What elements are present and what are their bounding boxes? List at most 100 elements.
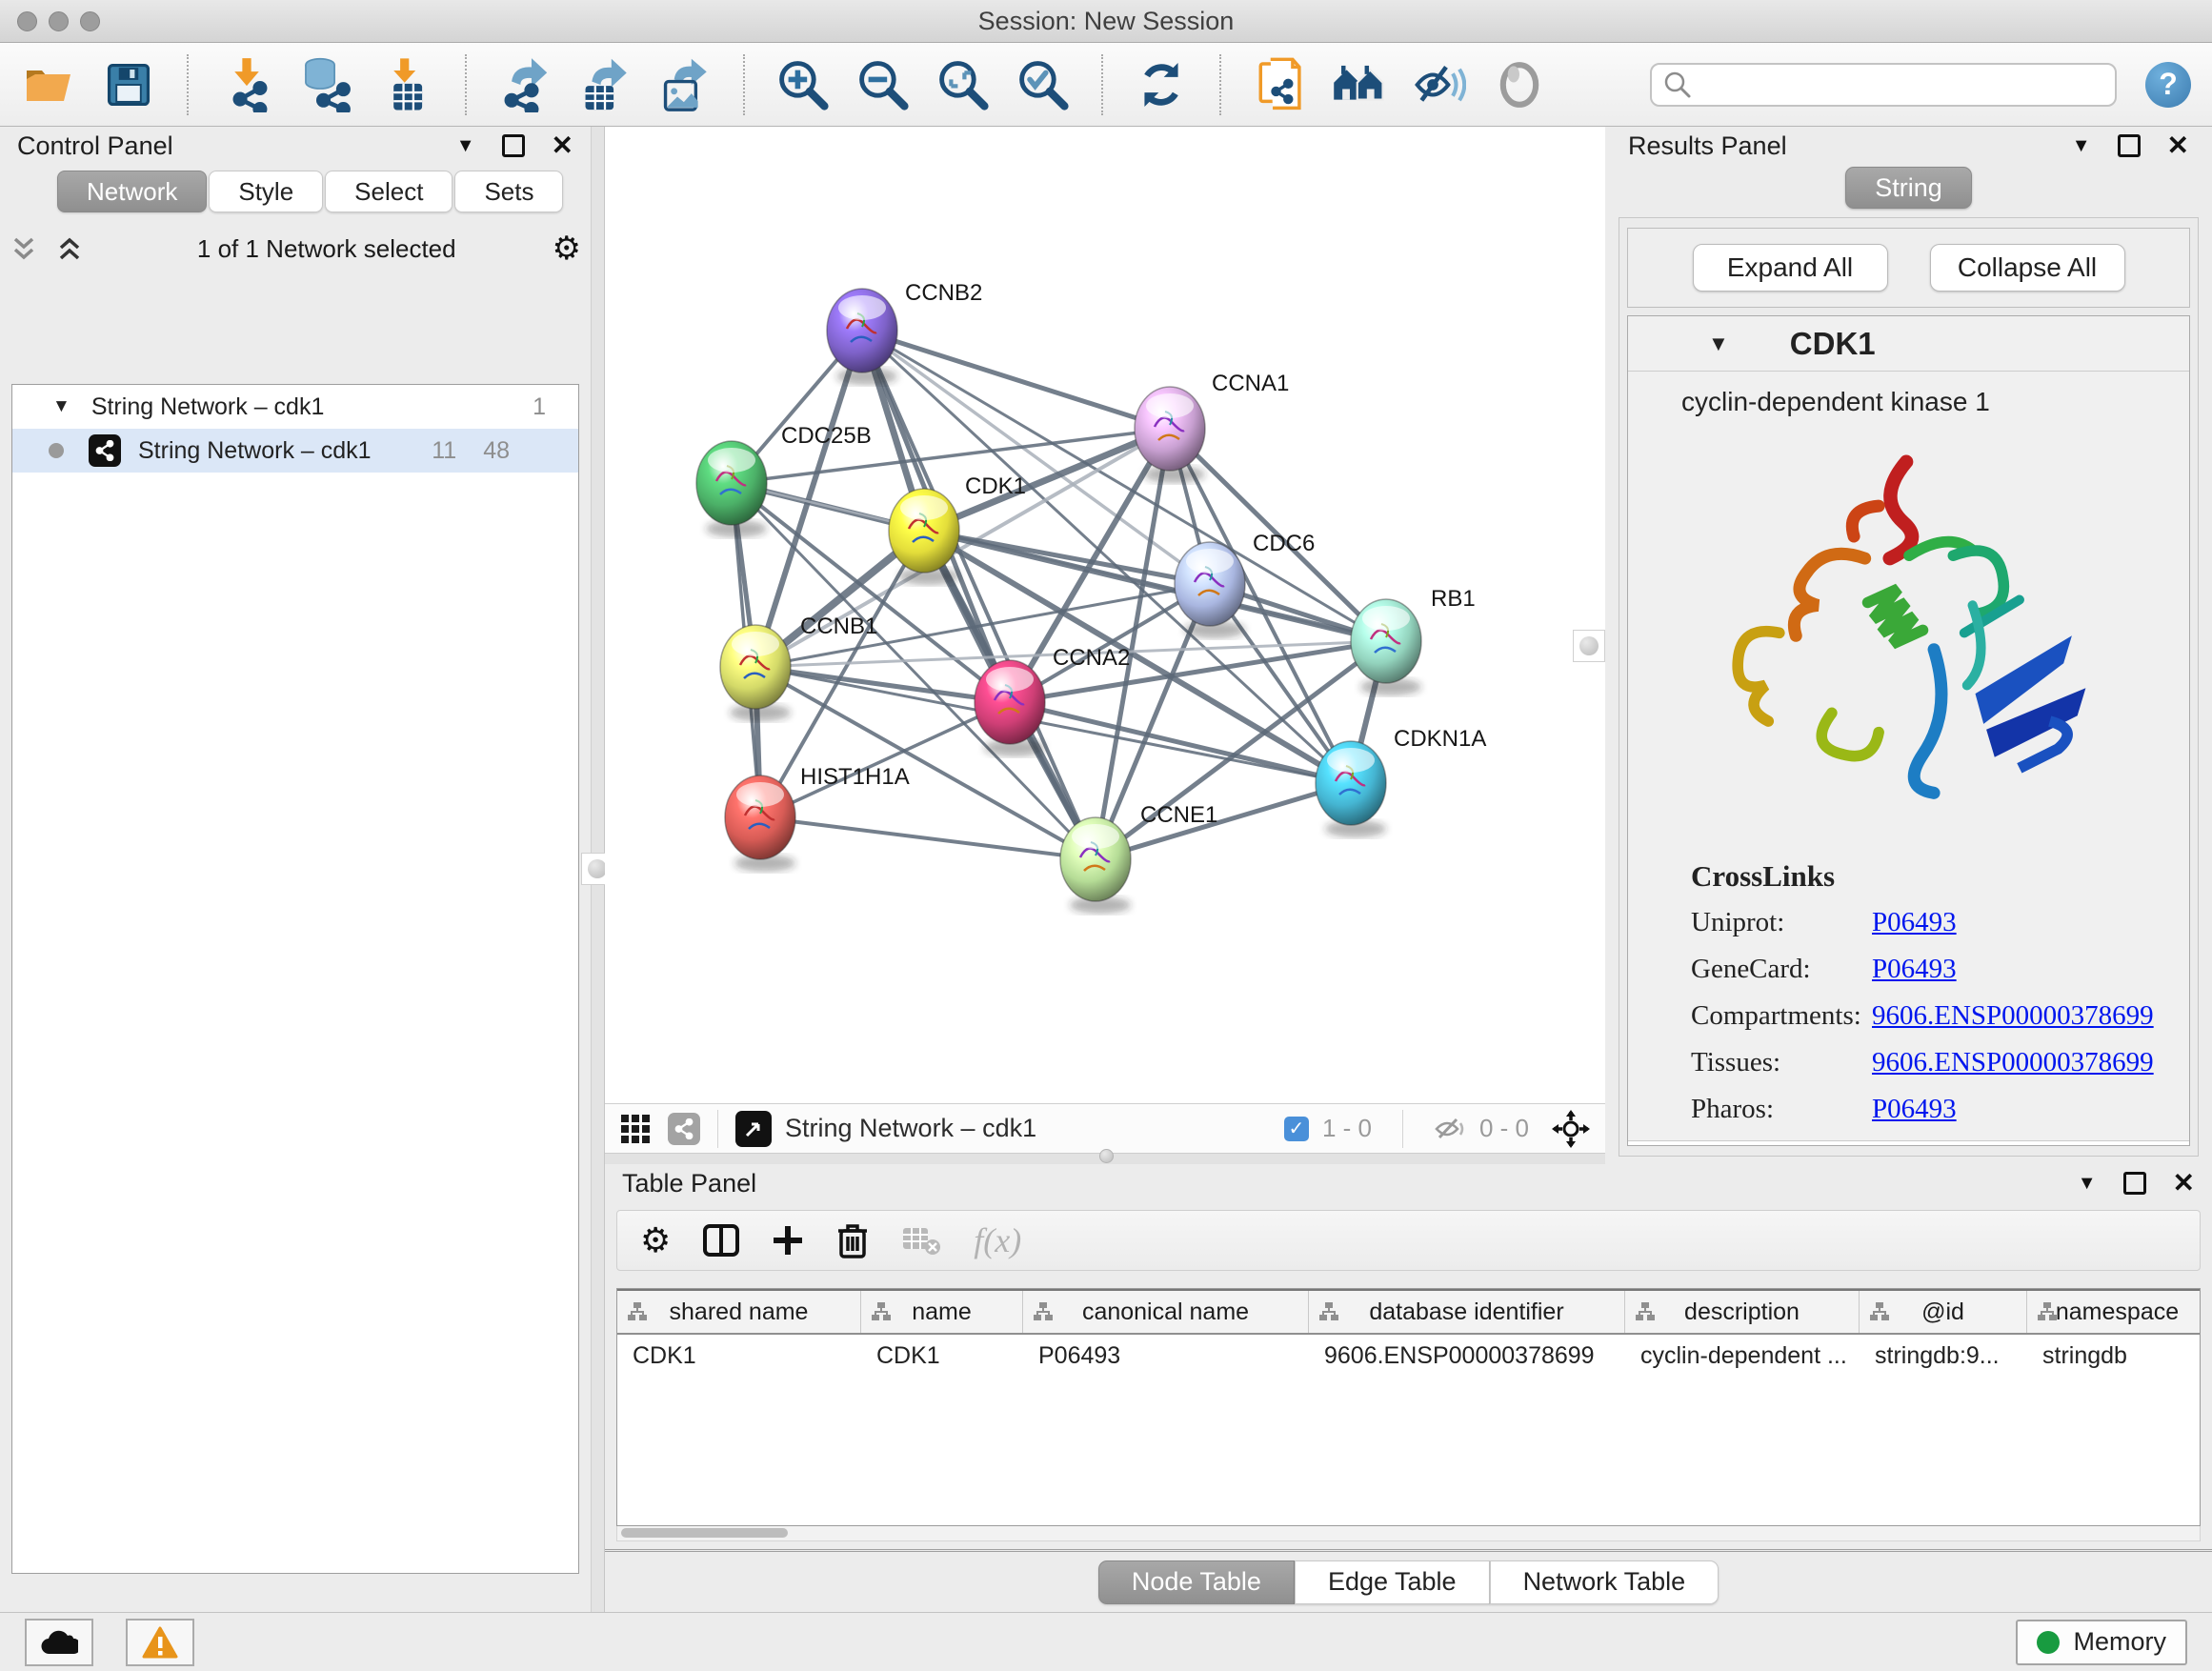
panel-menu-icon[interactable]: ▼	[2078, 1173, 2097, 1195]
presentation-icon[interactable]	[1492, 55, 1547, 114]
search-input[interactable]	[1692, 71, 2103, 98]
tab-string[interactable]: String	[1845, 167, 1972, 209]
network-node-ccne1[interactable]	[1060, 817, 1131, 914]
network-node-cdkn1a[interactable]	[1316, 741, 1386, 837]
network-canvas[interactable]: CCNB2CCNA1CDC25BCDK1CDC6RB1CCNB1CCNA2CDK…	[605, 127, 1605, 1103]
column-header-name[interactable]: name	[861, 1291, 1023, 1333]
network-node-cdc6[interactable]	[1175, 542, 1245, 638]
network-node-ccnb1[interactable]	[720, 625, 791, 721]
panel-float-icon[interactable]	[2123, 1172, 2146, 1195]
table-settings-gear-icon[interactable]: ⚙	[640, 1223, 671, 1258]
tab-network[interactable]: Network	[57, 171, 207, 212]
network-edge[interactable]	[862, 331, 1170, 429]
horizontal-divider[interactable]	[605, 1153, 1605, 1164]
network-edge[interactable]	[760, 817, 1096, 859]
table-panel-titlebar: Table Panel ▼ ✕	[605, 1164, 2212, 1202]
add-column-icon[interactable]	[772, 1224, 804, 1257]
network-node-cdc25b[interactable]	[696, 441, 767, 537]
search-field[interactable]	[1650, 63, 2117, 107]
column-header-shared-name[interactable]: shared name	[617, 1291, 861, 1333]
show-hide-icon[interactable]	[1412, 55, 1467, 114]
clone-network-icon[interactable]	[1252, 55, 1307, 114]
help-button[interactable]: ?	[2145, 62, 2191, 108]
crosslink-value-link[interactable]: 9606.ENSP00000378699	[1872, 1047, 2154, 1078]
panel-float-icon[interactable]	[502, 134, 525, 157]
crosslink-value-link[interactable]: 9606.ENSP00000378699	[1872, 1000, 2154, 1032]
import-table-file-icon[interactable]	[379, 55, 434, 114]
network-view-mode-icon[interactable]	[668, 1113, 700, 1145]
show-columns-icon[interactable]	[703, 1224, 739, 1257]
selected-checkbox-icon[interactable]: ✓	[1284, 1117, 1309, 1141]
zoom-out-icon[interactable]	[855, 55, 911, 114]
column-header-canonical-name[interactable]: canonical name	[1023, 1291, 1309, 1333]
collapse-all-icon[interactable]	[10, 234, 38, 263]
panel-divider[interactable]	[591, 127, 605, 1612]
panel-menu-icon[interactable]: ▼	[2072, 135, 2091, 157]
table-horizontal-scrollbar[interactable]	[616, 1526, 2201, 1541]
crosslink-value-link[interactable]: P06493	[1872, 907, 1957, 938]
hidden-count: 0 - 0	[1479, 1114, 1529, 1143]
table-row[interactable]: CDK1CDK1P064939606.ENSP00000378699cyclin…	[617, 1335, 2200, 1377]
crosslink-value-link[interactable]: P06493	[1872, 954, 1957, 985]
gene-header-row[interactable]: ▼ CDK1	[1628, 316, 2189, 372]
network-node-ccna2[interactable]	[975, 660, 1045, 756]
memory-button[interactable]: Memory	[2016, 1620, 2187, 1665]
network-node-ccnb2[interactable]	[827, 289, 897, 385]
first-neighbors-icon[interactable]	[1332, 55, 1387, 114]
refresh-view-icon[interactable]	[1134, 55, 1189, 114]
import-network-database-icon[interactable]	[299, 55, 354, 114]
tab-network-table[interactable]: Network Table	[1490, 1560, 1719, 1604]
function-builder-icon[interactable]: f(x)	[974, 1220, 1021, 1260]
panel-close-icon[interactable]: ✕	[2167, 132, 2189, 159]
tab-edge-table[interactable]: Edge Table	[1295, 1560, 1490, 1604]
network-edge[interactable]	[1096, 783, 1351, 859]
zoom-fit-icon[interactable]	[935, 55, 991, 114]
export-image-icon[interactable]	[657, 55, 713, 114]
expand-all-icon[interactable]	[55, 234, 84, 263]
delete-table-icon[interactable]	[901, 1224, 941, 1257]
panel-close-icon[interactable]: ✕	[2173, 1170, 2195, 1197]
pan-crosshair-icon[interactable]	[1552, 1110, 1590, 1148]
open-session-icon[interactable]	[21, 55, 76, 114]
column-header-database-identifier[interactable]: database identifier	[1309, 1291, 1625, 1333]
crosslink-label: Compartments:	[1691, 1000, 1872, 1032]
panel-float-icon[interactable]	[2118, 134, 2141, 157]
divider-grab-dot[interactable]	[1099, 1149, 1114, 1163]
column-header--id[interactable]: @id	[1860, 1291, 2027, 1333]
column-header-namespace[interactable]: namespace	[2027, 1291, 2201, 1333]
zoom-in-icon[interactable]	[775, 55, 831, 114]
delete-column-icon[interactable]	[836, 1222, 869, 1258]
tab-select[interactable]: Select	[325, 171, 452, 212]
gene-collapse-icon[interactable]: ▼	[1708, 332, 1729, 356]
hidden-eye-icon[interactable]	[1434, 1117, 1466, 1141]
birdseye-view-icon[interactable]	[735, 1111, 772, 1147]
network-row[interactable]: String Network – cdk1 11 48	[12, 429, 578, 473]
collection-collapse-icon[interactable]: ▼	[52, 396, 70, 417]
crosslink-value-link[interactable]: P06493	[1872, 1094, 1957, 1125]
tab-sets[interactable]: Sets	[454, 171, 563, 212]
import-network-file-icon[interactable]	[219, 55, 274, 114]
divider-grab-handle-right[interactable]	[1573, 630, 1605, 662]
cloud-button[interactable]	[25, 1619, 93, 1666]
collapse-all-button[interactable]: Collapse All	[1930, 244, 2125, 292]
panel-menu-icon[interactable]: ▼	[456, 135, 475, 157]
warnings-button[interactable]	[126, 1619, 194, 1666]
panel-close-icon[interactable]: ✕	[552, 132, 573, 159]
network-collection-row[interactable]: ▼ String Network – cdk1 1	[12, 385, 578, 429]
export-table-icon[interactable]	[577, 55, 633, 114]
network-node-hist1h1a[interactable]	[725, 775, 795, 872]
grid-view-icon[interactable]	[620, 1114, 651, 1144]
tab-style[interactable]: Style	[209, 171, 323, 212]
network-edge[interactable]	[1010, 702, 1351, 783]
zoom-selected-icon[interactable]	[1016, 55, 1071, 114]
export-network-icon[interactable]	[497, 55, 553, 114]
expand-all-button[interactable]: Expand All	[1693, 244, 1888, 292]
column-header-description[interactable]: description	[1625, 1291, 1860, 1333]
save-session-icon[interactable]	[101, 55, 156, 114]
network-edge[interactable]	[862, 331, 1386, 641]
network-edge[interactable]	[760, 702, 1010, 817]
tab-node-table[interactable]: Node Table	[1098, 1560, 1295, 1604]
scrollbar-thumb[interactable]	[621, 1528, 788, 1538]
network-options-gear-icon[interactable]: ⚙	[553, 232, 581, 265]
network-node-rb1[interactable]	[1351, 599, 1421, 695]
